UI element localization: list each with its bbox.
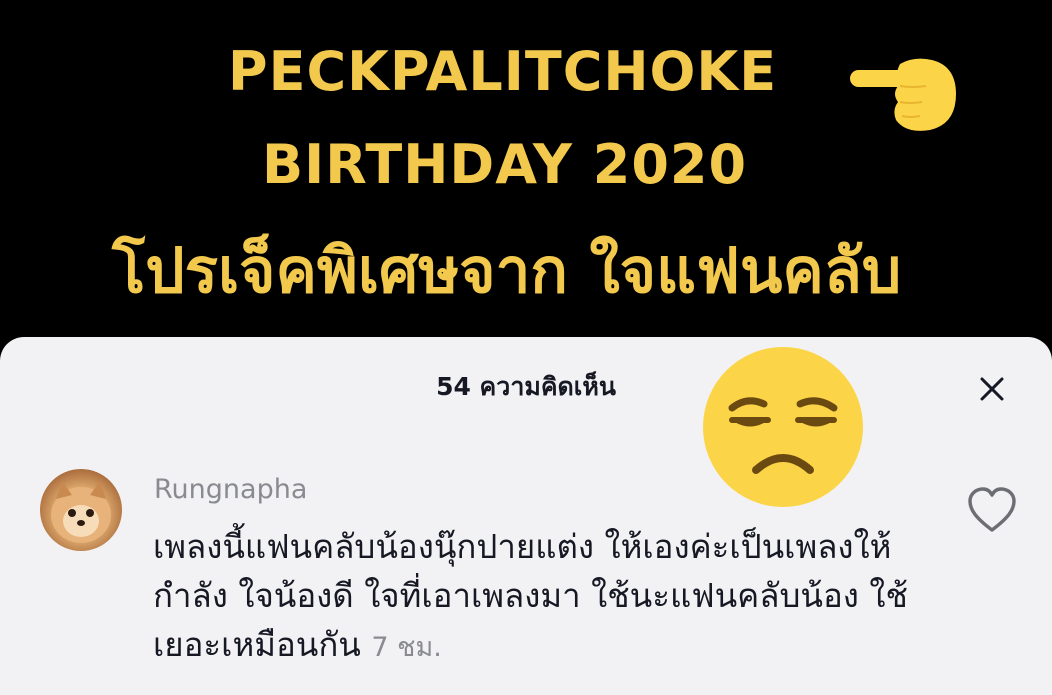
comments-count-title: 54 ความคิดเห็น <box>436 372 616 401</box>
video-title-line-3: โปรเจ็คพิเศษจาก ใจแฟนคลับ <box>112 234 902 307</box>
close-icon <box>980 377 1004 401</box>
close-button[interactable] <box>970 367 1014 411</box>
video-title-line-2: BIRTHDAY 2020 <box>262 133 748 196</box>
video-title-line-1: PECKPALITCHOKE <box>228 40 778 103</box>
comment-text: เพลงนี้แฟนคลับน้องนุ๊กปายแต่ง ให้เองค่ะเ… <box>153 527 908 664</box>
avatar[interactable] <box>40 469 122 551</box>
video-frame[interactable]: PECKPALITCHOKE BIRTHDAY 2020 โปรเจ็คพิเศ… <box>0 0 1052 345</box>
comment-timestamp: 7 ชม. <box>371 632 442 663</box>
comment-body[interactable]: เพลงนี้แฟนคลับน้องนุ๊กปายแต่ง ให้เองค่ะเ… <box>153 522 943 672</box>
unamused-face-emoji-icon <box>703 347 863 507</box>
pomeranian-dog-avatar-icon <box>51 481 111 543</box>
comment-username[interactable]: Rungnapha <box>154 474 307 505</box>
pointing-hand-icon <box>850 58 956 131</box>
heart-outline-icon <box>968 487 1016 532</box>
like-button[interactable] <box>966 486 1018 534</box>
